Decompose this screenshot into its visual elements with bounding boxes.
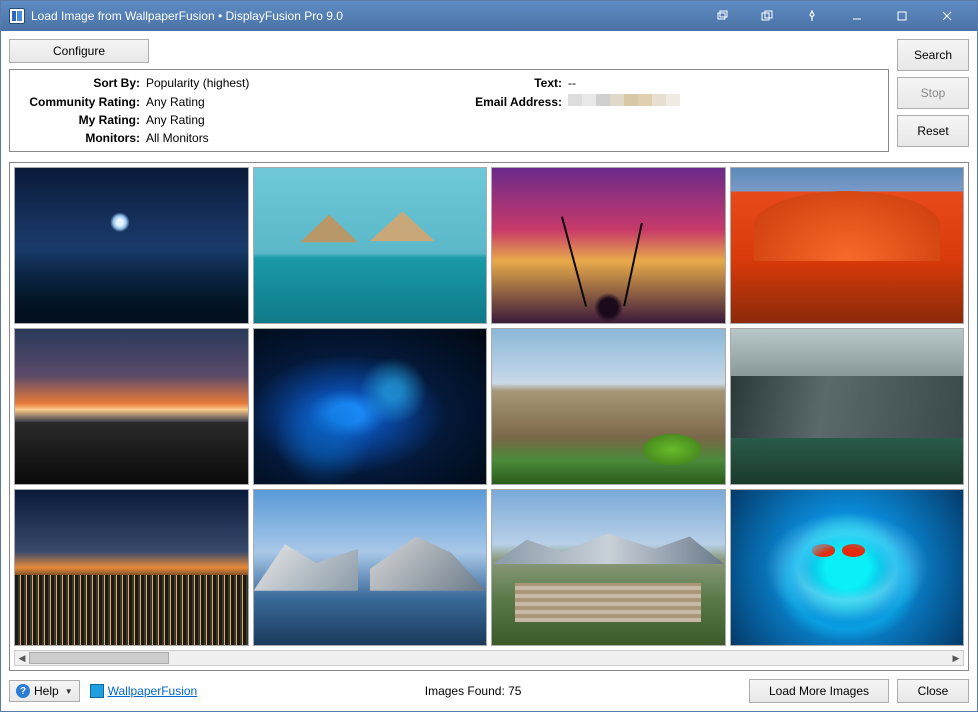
horizontal-scrollbar[interactable]: ◀ ▶: [14, 650, 964, 666]
scroll-right-icon[interactable]: ▶: [949, 651, 963, 665]
minimize-icon[interactable]: [834, 1, 879, 31]
wallpaper-thumbnail[interactable]: [730, 328, 965, 485]
wallpaper-thumbnail[interactable]: [491, 489, 726, 646]
wallpaper-thumbnail[interactable]: [730, 489, 965, 646]
close-button[interactable]: Close: [897, 679, 969, 703]
search-button[interactable]: Search: [897, 39, 969, 71]
community-rating-label: Community Rating:: [20, 95, 140, 109]
text-value: --: [568, 76, 878, 90]
window-title: Load Image from WallpaperFusion • Displa…: [31, 9, 699, 23]
wallpaper-thumbnail[interactable]: [14, 167, 249, 324]
monitors-value: All Monitors: [146, 131, 456, 145]
email-label: Email Address:: [462, 95, 562, 109]
monitors-label: Monitors:: [20, 131, 140, 145]
wallpaper-thumbnail[interactable]: [253, 167, 488, 324]
app-icon: [9, 8, 25, 24]
titlebar: Load Image from WallpaperFusion • Displa…: [1, 1, 977, 31]
status-text: Images Found: 75: [207, 684, 739, 698]
help-icon: ?: [16, 684, 30, 698]
wallpaperfusion-link-label: WallpaperFusion: [108, 684, 198, 698]
wallpaperfusion-link[interactable]: WallpaperFusion: [90, 684, 198, 698]
wallpaper-thumbnail[interactable]: [14, 328, 249, 485]
image-grid: [14, 167, 964, 646]
load-more-button[interactable]: Load More Images: [749, 679, 889, 703]
sort-by-value: Popularity (highest): [146, 76, 456, 90]
email-value: [568, 94, 878, 109]
my-rating-label: My Rating:: [20, 113, 140, 127]
my-rating-value: Any Rating: [146, 113, 456, 127]
wallpaper-thumbnail[interactable]: [14, 489, 249, 646]
community-rating-value: Any Rating: [146, 95, 456, 109]
sort-by-label: Sort By:: [20, 76, 140, 90]
scrollbar-thumb[interactable]: [29, 652, 169, 664]
configure-button[interactable]: Configure: [9, 39, 149, 63]
wallpaper-thumbnail[interactable]: [491, 167, 726, 324]
pin-icon[interactable]: [789, 1, 834, 31]
help-button[interactable]: ? Help ▼: [9, 680, 80, 702]
duplicate-window-icon[interactable]: [744, 1, 789, 31]
filter-panel: Sort By: Popularity (highest) Text: -- C…: [9, 69, 889, 152]
image-grid-panel: ◀ ▶: [9, 162, 969, 671]
wallpaper-thumbnail[interactable]: [253, 328, 488, 485]
text-label: Text:: [462, 76, 562, 90]
wallpaper-thumbnail[interactable]: [491, 328, 726, 485]
chevron-down-icon: ▼: [65, 687, 73, 696]
scroll-left-icon[interactable]: ◀: [15, 651, 29, 665]
footer: ? Help ▼ WallpaperFusion Images Found: 7…: [9, 671, 969, 703]
close-icon[interactable]: [924, 1, 969, 31]
restore-window-icon[interactable]: [699, 1, 744, 31]
stop-button[interactable]: Stop: [897, 77, 969, 109]
help-label: Help: [34, 684, 59, 698]
wallpaper-thumbnail[interactable]: [253, 489, 488, 646]
maximize-icon[interactable]: [879, 1, 924, 31]
reset-button[interactable]: Reset: [897, 115, 969, 147]
wallpaperfusion-icon: [90, 684, 104, 698]
wallpaper-thumbnail[interactable]: [730, 167, 965, 324]
